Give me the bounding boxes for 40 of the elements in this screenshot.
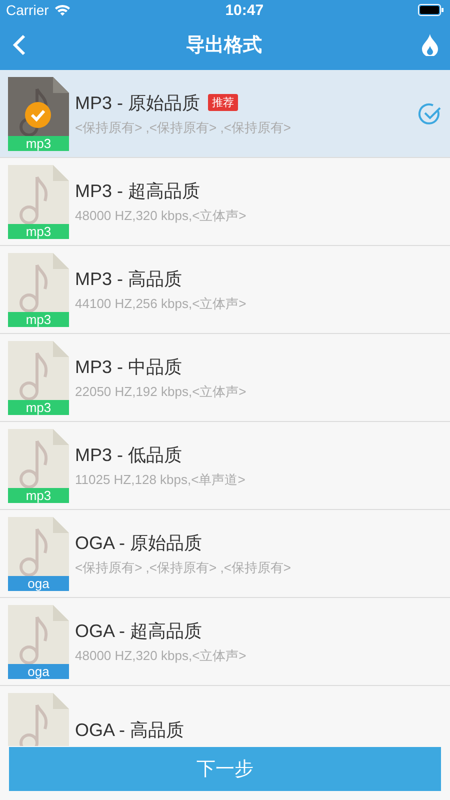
format-title: OGA - 超高品质 bbox=[75, 620, 202, 642]
format-row[interactable]: mp3 MP3 - 高品质 44100 HZ,256 kbps,<立体声> bbox=[0, 246, 450, 334]
format-detail: 44100 HZ,256 kbps,<立体声> bbox=[75, 294, 248, 312]
format-detail: 48000 HZ,320 kbps,<立体声> bbox=[75, 206, 248, 224]
format-tag: mp3 bbox=[8, 224, 69, 238]
back-icon[interactable] bbox=[12, 34, 26, 56]
format-title: MP3 - 中品质 bbox=[75, 356, 182, 378]
wifi-icon bbox=[54, 4, 71, 16]
recommend-badge: 推荐 bbox=[208, 94, 238, 111]
format-title: MP3 - 高品质 bbox=[75, 268, 182, 290]
format-title: MP3 - 超高品质 bbox=[75, 180, 200, 202]
format-title: MP3 - 低品质 bbox=[75, 444, 182, 466]
format-row[interactable]: mp3 MP3 - 中品质 22050 HZ,192 kbps,<立体声> bbox=[0, 334, 450, 422]
format-detail: 48000 HZ,320 kbps,<立体声> bbox=[75, 646, 248, 664]
format-title: OGA - 高品质 bbox=[75, 718, 184, 742]
format-title: MP3 - 原始品质 bbox=[75, 92, 200, 114]
check-icon bbox=[25, 102, 51, 128]
format-detail: 11025 HZ,128 kbps,<单声道> bbox=[75, 470, 246, 488]
format-tag: oga bbox=[8, 664, 69, 678]
page-title: 导出格式 bbox=[186, 34, 262, 58]
music-file-icon bbox=[8, 692, 69, 746]
battery-icon bbox=[418, 4, 444, 16]
format-row[interactable]: oga OGA - 原始品质 <保持原有> ,<保持原有> ,<保持原有> bbox=[0, 510, 450, 598]
format-tag: mp3 bbox=[8, 312, 69, 326]
format-row[interactable]: mp3 MP3 - 超高品质 48000 HZ,320 kbps,<立体声> bbox=[0, 158, 450, 246]
format-detail: <保持原有> ,<保持原有> ,<保持原有> bbox=[75, 558, 292, 576]
format-tag: mp3 bbox=[8, 136, 69, 150]
status-time: 10:47 bbox=[225, 2, 264, 18]
carrier-label: Carrier bbox=[6, 2, 49, 18]
selected-check-icon bbox=[418, 102, 442, 126]
format-row[interactable]: mp3 MP3 - 低品质 11025 HZ,128 kbps,<单声道> bbox=[0, 422, 450, 510]
format-row[interactable]: oga OGA - 超高品质 48000 HZ,320 kbps,<立体声> bbox=[0, 598, 450, 686]
format-detail: <保持原有> ,<保持原有> ,<保持原有> bbox=[75, 118, 292, 136]
format-title: OGA - 原始品质 bbox=[75, 532, 202, 554]
format-tag: mp3 bbox=[8, 400, 69, 414]
flame-icon[interactable] bbox=[422, 34, 438, 56]
format-detail: 22050 HZ,192 kbps,<立体声> bbox=[75, 382, 248, 400]
format-tag: mp3 bbox=[8, 488, 69, 502]
format-row[interactable]: mp3 MP3 - 原始品质 推荐 <保持原有> ,<保持原有> ,<保持原有> bbox=[0, 70, 450, 158]
format-tag: oga bbox=[8, 576, 69, 590]
